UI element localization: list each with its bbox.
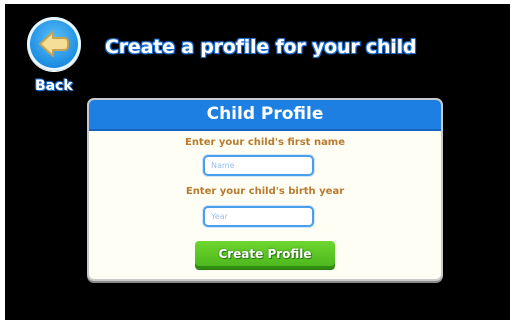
page-title: Create a profile for your child <box>105 36 417 58</box>
first-name-label: Enter your child's first name <box>184 137 346 148</box>
panel-header: Child Profile <box>89 100 441 131</box>
app-screen: Back Create a profile for your child Chi… <box>5 4 510 320</box>
create-profile-button[interactable]: Create Profile <box>195 241 335 269</box>
back-button[interactable] <box>27 17 81 71</box>
birth-year-input[interactable] <box>203 206 314 227</box>
panel-title: Child Profile <box>206 104 324 124</box>
birth-year-label: Enter your child's birth year <box>185 186 345 197</box>
first-name-input[interactable] <box>203 155 314 176</box>
back-label[interactable]: Back <box>35 78 73 94</box>
arrow-left-icon <box>39 31 69 57</box>
child-profile-panel: Child Profile Enter your child's first n… <box>87 98 443 281</box>
